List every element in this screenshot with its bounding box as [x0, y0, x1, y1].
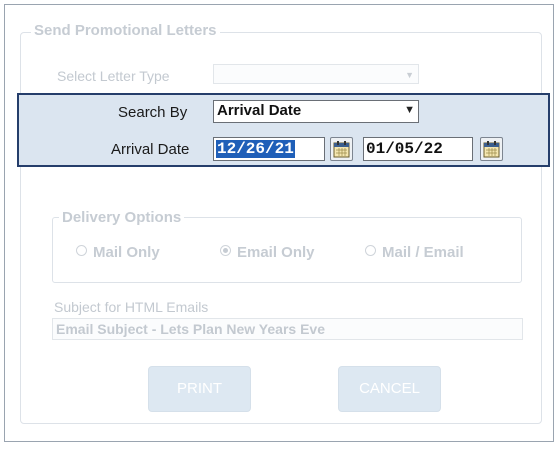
chevron-down-icon: ▼: [404, 104, 415, 116]
search-by-select[interactable]: Arrival Date ▼: [213, 100, 419, 123]
subject-input[interactable]: Email Subject - Lets Plan New Years Eve: [52, 318, 523, 340]
group-title: Send Promotional Letters: [31, 22, 220, 39]
cancel-button[interactable]: CANCEL: [338, 366, 441, 412]
radio-mail-email-label: Mail / Email: [382, 244, 464, 261]
search-by-label: Search By: [118, 104, 188, 121]
radio-circle-icon: [365, 245, 376, 256]
search-by-value: Arrival Date: [217, 102, 302, 119]
date-from-value: 12/26/21: [216, 140, 295, 158]
date-to-value: 01/05/22: [366, 140, 443, 158]
date-from-calendar-button[interactable]: [330, 137, 353, 161]
radio-mail-only[interactable]: Mail Only: [76, 244, 160, 261]
chevron-down-icon: ▼: [405, 70, 414, 80]
radio-email-only-label: Email Only: [237, 244, 315, 261]
radio-mail-email[interactable]: Mail / Email: [365, 244, 464, 261]
arrival-date-label: Arrival Date: [111, 141, 190, 158]
calendar-icon: [333, 141, 350, 158]
letter-type-label: Select Letter Type: [57, 68, 170, 84]
print-button[interactable]: PRINT: [148, 366, 251, 412]
subject-label: Subject for HTML Emails: [54, 299, 209, 315]
subject-value: Email Subject - Lets Plan New Years Eve: [56, 321, 325, 337]
calendar-icon: [483, 141, 500, 158]
date-to-input[interactable]: 01/05/22: [363, 137, 473, 161]
letter-type-select[interactable]: ▼: [213, 64, 419, 84]
date-from-input[interactable]: 12/26/21: [213, 137, 325, 161]
radio-circle-icon: [76, 245, 87, 256]
radio-selected-icon: [220, 245, 231, 256]
radio-mail-only-label: Mail Only: [93, 244, 160, 261]
delivery-options-title: Delivery Options: [59, 209, 185, 226]
radio-email-only[interactable]: Email Only: [220, 244, 315, 261]
date-to-calendar-button[interactable]: [480, 137, 503, 161]
